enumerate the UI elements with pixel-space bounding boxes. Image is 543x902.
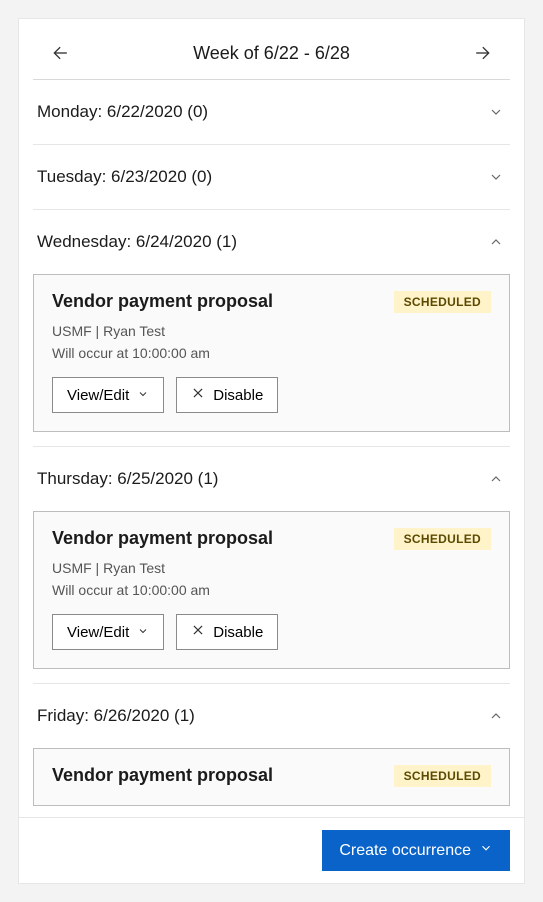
view-edit-button[interactable]: View/Edit xyxy=(52,377,164,413)
create-occurrence-label: Create occurrence xyxy=(339,842,471,860)
day-section: Friday: 6/26/2020 (1) Vendor payment pro… xyxy=(33,684,510,817)
day-section: Wednesday: 6/24/2020 (1) Vendor payment … xyxy=(33,210,510,447)
day-header-toggle[interactable]: Tuesday: 6/23/2020 (0) xyxy=(33,145,510,209)
day-header-toggle[interactable]: Thursday: 6/25/2020 (1) xyxy=(33,447,510,511)
day-header-toggle[interactable]: Monday: 6/22/2020 (0) xyxy=(33,80,510,144)
arrow-right-icon xyxy=(472,43,492,63)
day-label: Friday: 6/26/2020 (1) xyxy=(37,706,195,726)
day-section: Monday: 6/22/2020 (0) xyxy=(33,80,510,145)
create-occurrence-button[interactable]: Create occurrence xyxy=(322,830,510,871)
status-badge: SCHEDULED xyxy=(394,528,491,550)
day-label: Thursday: 6/25/2020 (1) xyxy=(37,469,218,489)
disable-label: Disable xyxy=(213,624,263,641)
occurrence-subtitle: USMF | Ryan Test xyxy=(52,560,491,576)
view-edit-label: View/Edit xyxy=(67,624,129,641)
arrow-left-icon xyxy=(51,43,71,63)
status-badge: SCHEDULED xyxy=(394,765,491,787)
chevron-up-icon xyxy=(488,234,504,250)
day-list-scroll[interactable]: Monday: 6/22/2020 (0) Tuesday: 6/23/2020… xyxy=(19,80,524,817)
disable-button[interactable]: Disable xyxy=(176,614,278,650)
day-section: Tuesday: 6/23/2020 (0) xyxy=(33,145,510,210)
chevron-down-icon xyxy=(488,104,504,120)
day-header-toggle[interactable]: Friday: 6/26/2020 (1) xyxy=(33,684,510,748)
week-navigator: Week of 6/22 - 6/28 xyxy=(19,19,524,79)
chevron-down-icon xyxy=(137,624,149,641)
chevron-down-icon xyxy=(479,841,493,860)
occurrence-card: Vendor payment proposal SCHEDULED USMF |… xyxy=(33,274,510,432)
occurrence-time: Will occur at 10:00:00 am xyxy=(52,345,491,361)
disable-button[interactable]: Disable xyxy=(176,377,278,413)
occurrence-title: Vendor payment proposal xyxy=(52,291,273,312)
day-section: Thursday: 6/25/2020 (1) Vendor payment p… xyxy=(33,447,510,684)
schedule-panel: Week of 6/22 - 6/28 Monday: 6/22/2020 (0… xyxy=(18,18,525,884)
day-header-toggle[interactable]: Wednesday: 6/24/2020 (1) xyxy=(33,210,510,274)
view-edit-label: View/Edit xyxy=(67,387,129,404)
occurrence-title: Vendor payment proposal xyxy=(52,765,273,786)
day-label: Tuesday: 6/23/2020 (0) xyxy=(37,167,212,187)
status-badge: SCHEDULED xyxy=(394,291,491,313)
day-label: Monday: 6/22/2020 (0) xyxy=(37,102,208,122)
next-week-button[interactable] xyxy=(470,41,494,65)
view-edit-button[interactable]: View/Edit xyxy=(52,614,164,650)
close-icon xyxy=(191,386,205,404)
chevron-down-icon xyxy=(137,387,149,404)
disable-label: Disable xyxy=(213,387,263,404)
occurrence-title: Vendor payment proposal xyxy=(52,528,273,549)
chevron-up-icon xyxy=(488,708,504,724)
occurrence-card: Vendor payment proposal SCHEDULED xyxy=(33,748,510,806)
week-title: Week of 6/22 - 6/28 xyxy=(193,43,350,64)
footer-bar: Create occurrence xyxy=(19,817,524,883)
chevron-down-icon xyxy=(488,169,504,185)
occurrence-card: Vendor payment proposal SCHEDULED USMF |… xyxy=(33,511,510,669)
close-icon xyxy=(191,623,205,641)
day-label: Wednesday: 6/24/2020 (1) xyxy=(37,232,237,252)
occurrence-subtitle: USMF | Ryan Test xyxy=(52,323,491,339)
chevron-up-icon xyxy=(488,471,504,487)
prev-week-button[interactable] xyxy=(49,41,73,65)
occurrence-time: Will occur at 10:00:00 am xyxy=(52,582,491,598)
